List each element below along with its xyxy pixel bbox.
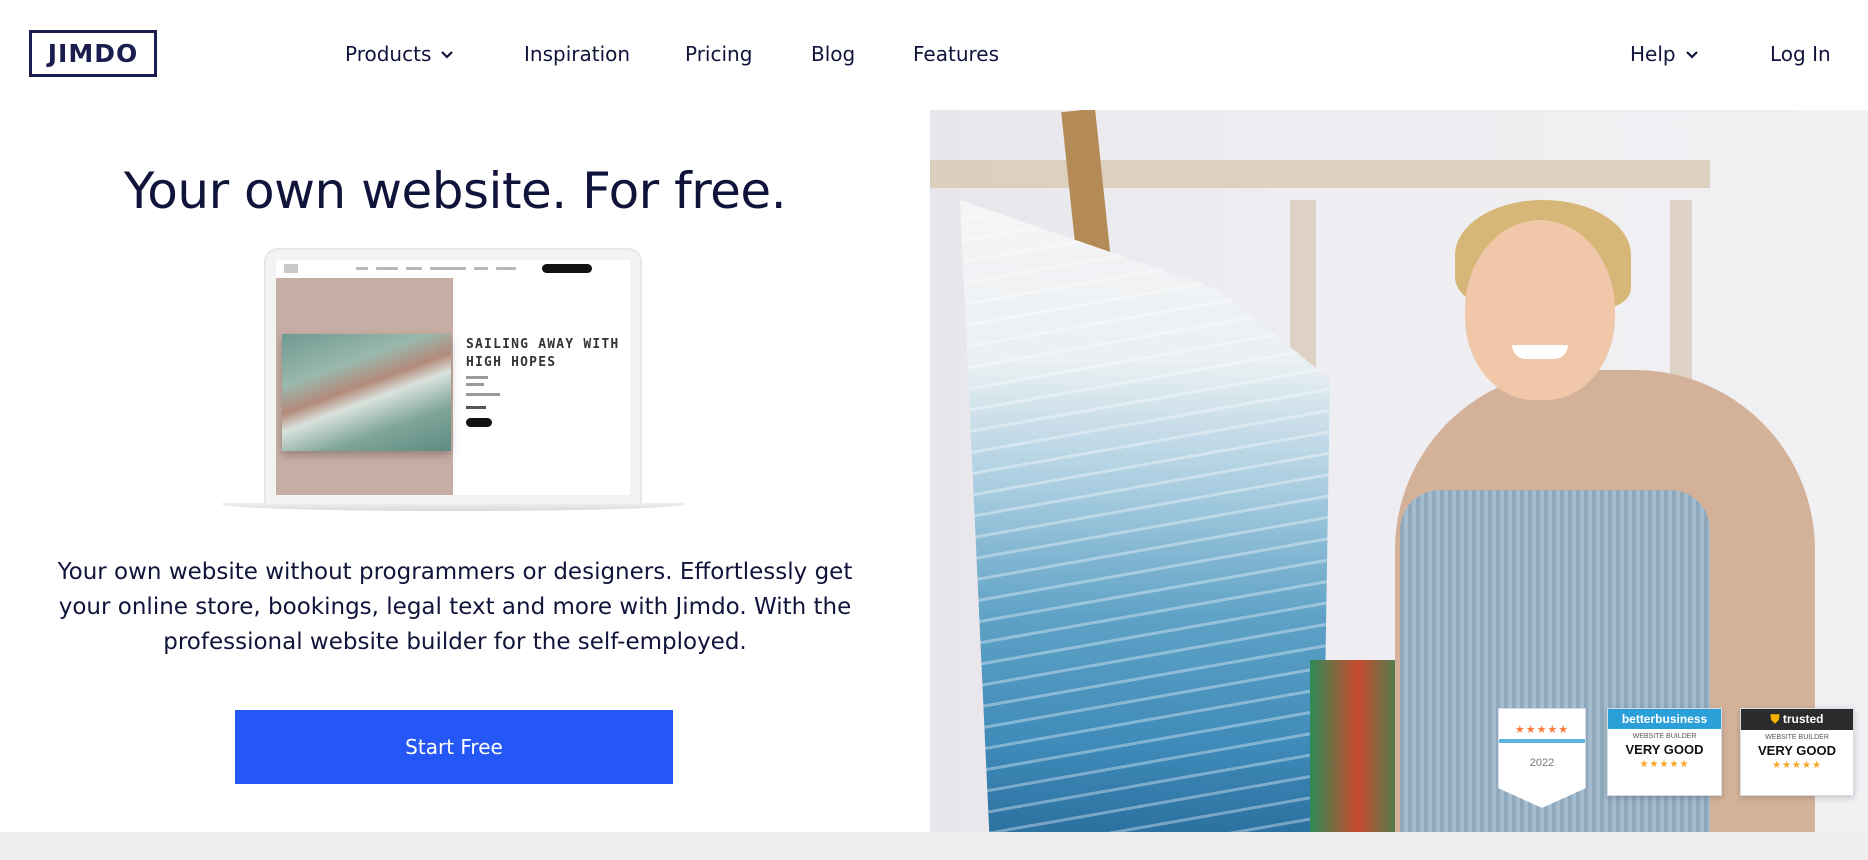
- nav-features[interactable]: Features: [913, 40, 999, 68]
- star-rating-icon: ★★★★★: [1514, 724, 1570, 736]
- laptop-mockup: SAILING AWAY WITH HIGH HOPES: [222, 248, 684, 511]
- g2-award-badge: ★★★★★ 2022: [1498, 708, 1586, 808]
- site-header: JIMDO Products Inspiration Pricing Blog …: [0, 0, 1868, 110]
- g2-ribbon: [1499, 739, 1585, 743]
- wall-frame: [930, 160, 1710, 188]
- nav-products[interactable]: Products: [345, 40, 455, 68]
- chevron-down-icon: [1685, 51, 1698, 59]
- shield-icon: ⛊: [1770, 712, 1780, 726]
- mockup-painting: [282, 334, 451, 451]
- mockup-text-line: [466, 406, 486, 409]
- mockup-cta: [542, 264, 592, 273]
- mockup-text-line: [466, 376, 488, 379]
- next-section-strip: [0, 832, 1868, 860]
- laptop-screen: SAILING AWAY WITH HIGH HOPES: [264, 248, 642, 505]
- nav-help-label: Help: [1630, 42, 1676, 66]
- trusted-brand: ⛊ trusted: [1741, 709, 1853, 730]
- painting-texture: [960, 200, 1330, 832]
- nav-help[interactable]: Help: [1630, 40, 1700, 68]
- mockup-text-line: [466, 383, 484, 386]
- trusted-brand-label: trusted: [1782, 712, 1824, 726]
- hero-photo: ★★★★★ 2022 betterbusiness Website Builde…: [930, 110, 1868, 832]
- trusted-category: Website Builder: [1765, 734, 1829, 741]
- mockup-nav-link: [406, 267, 422, 270]
- mockup-button: [466, 418, 492, 427]
- mockup-logo: [284, 264, 298, 273]
- mockup-nav-link: [376, 267, 398, 270]
- hero-section: Your own website. For free. SAILING AWAY: [0, 110, 930, 832]
- start-free-button[interactable]: Start Free: [235, 710, 673, 784]
- laptop-base: [222, 503, 684, 511]
- chevron-down-icon: [441, 51, 454, 59]
- star-rating-icon: ★★★★★: [1772, 760, 1822, 771]
- betterbusiness-brand: betterbusiness: [1608, 709, 1721, 729]
- mockup-nav-link: [496, 267, 516, 270]
- nav-blog[interactable]: Blog: [811, 40, 855, 68]
- g2-badge-year: 2022: [1529, 757, 1555, 769]
- star-rating-icon: ★★★★★: [1639, 759, 1690, 770]
- betterbusiness-rating: VERY GOOD: [1625, 742, 1704, 757]
- betterbusiness-category: Website Builder: [1632, 733, 1697, 740]
- mockup-heading: SAILING AWAY WITH HIGH HOPES: [466, 337, 620, 370]
- mockup-nav-link: [474, 267, 488, 270]
- betterbusiness-badge: betterbusiness Website Builder VERY GOOD…: [1607, 708, 1722, 796]
- mockup-website: SAILING AWAY WITH HIGH HOPES: [276, 260, 630, 495]
- jimdo-logo[interactable]: JIMDO: [29, 30, 157, 77]
- mockup-text-line: [466, 393, 500, 396]
- mockup-nav-link: [430, 267, 466, 270]
- trusted-rating: VERY GOOD: [1757, 743, 1837, 758]
- nav-login[interactable]: Log In: [1770, 40, 1831, 68]
- hero-description: Your own website without programmers or …: [57, 559, 853, 655]
- artist-smile: [1512, 345, 1568, 359]
- nav-products-label: Products: [345, 42, 432, 66]
- mockup-art-background: [276, 278, 453, 495]
- nav-pricing[interactable]: Pricing: [685, 40, 752, 68]
- artist-face: [1465, 220, 1615, 400]
- nav-inspiration[interactable]: Inspiration: [524, 40, 630, 68]
- mockup-nav: [276, 260, 630, 278]
- hero-title: Your own website. For free.: [123, 162, 787, 220]
- mockup-nav-link: [356, 267, 368, 270]
- trusted-badge: ⛊ trusted Website Builder VERY GOOD ★★★★…: [1740, 708, 1854, 796]
